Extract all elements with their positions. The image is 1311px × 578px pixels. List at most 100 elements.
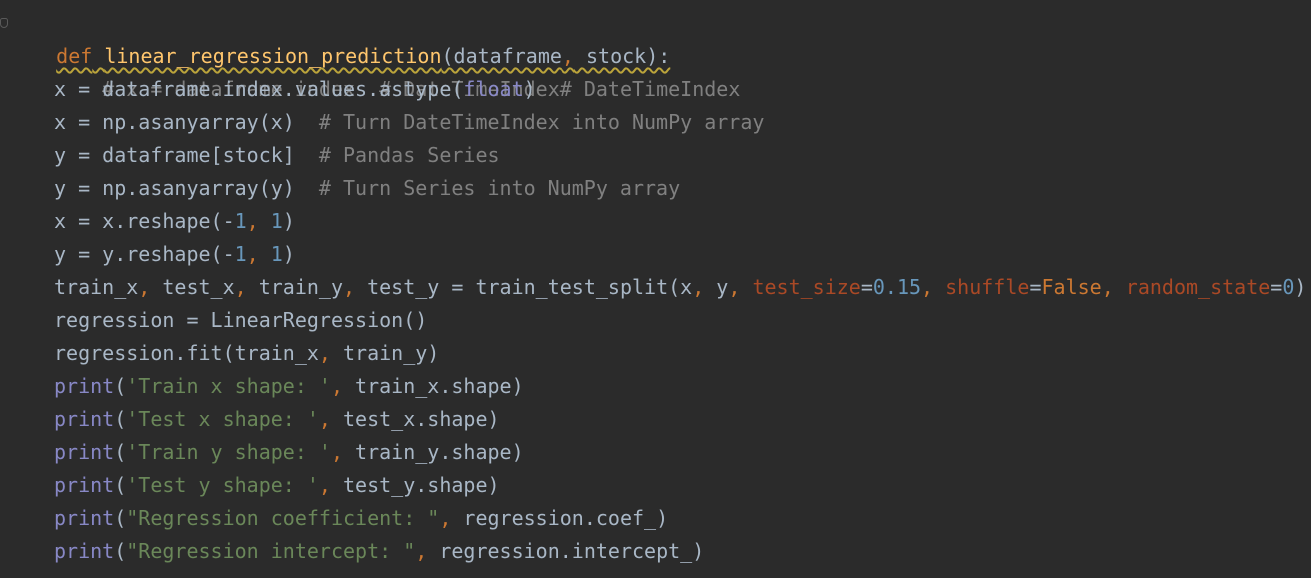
code-line[interactable]: x = np.asanyarray(x) # Turn DateTimeInde… bbox=[0, 106, 764, 139]
code-line-def[interactable]: def linear_regression_prediction(datafra… bbox=[0, 7, 670, 68]
token: y = np.asanyarray(y) bbox=[54, 176, 319, 200]
token-comma: , bbox=[1101, 275, 1114, 299]
token: x = dataframe.index.values.astype( bbox=[54, 77, 464, 101]
code-line[interactable]: print('Test y shape: ', test_y.shape) bbox=[0, 469, 500, 502]
token-string: 'Test y shape: ' bbox=[126, 473, 319, 497]
token-comma: , bbox=[921, 275, 934, 299]
token: test_x.shape) bbox=[330, 407, 500, 431]
token-keyword-argument: shuffle bbox=[945, 275, 1030, 299]
token: train_y bbox=[246, 275, 344, 299]
code-line[interactable]: print("Regression coefficient: ", regres… bbox=[0, 502, 668, 535]
token-comma: , bbox=[439, 506, 452, 530]
token-string: "Regression intercept: " bbox=[126, 539, 416, 563]
code-line[interactable]: regression.fit(train_x, train_y) bbox=[0, 337, 439, 370]
token-comma: , bbox=[318, 473, 331, 497]
token: stock): bbox=[573, 44, 671, 68]
token-comma: , bbox=[415, 539, 428, 563]
token-builtin: print bbox=[54, 473, 115, 497]
token: y = dataframe[stock] bbox=[54, 143, 319, 167]
token-string: "Regression coefficient: " bbox=[126, 506, 440, 530]
code-line[interactable]: # x = dataframe.index # DateTimeIndex bbox=[0, 40, 560, 101]
token-comma: , bbox=[330, 374, 344, 398]
code-editor[interactable]: def linear_regression_prediction(datafra… bbox=[0, 0, 1311, 578]
token: = bbox=[860, 275, 873, 299]
token: train_x.shape) bbox=[343, 374, 524, 398]
token-builtin: print bbox=[54, 374, 115, 398]
token-comment: # DateTimeIndex bbox=[559, 77, 741, 101]
code-line[interactable]: y = y.reshape(-1, 1) bbox=[0, 238, 295, 271]
token-comma: , bbox=[692, 275, 705, 299]
token-comma: , bbox=[343, 275, 356, 299]
token-comma: , bbox=[318, 407, 331, 431]
token-comma: , bbox=[561, 44, 574, 68]
token-comma: , bbox=[728, 275, 741, 299]
token: test_x bbox=[150, 275, 235, 299]
token-number: 1 bbox=[270, 209, 283, 233]
token-number: 1 bbox=[234, 209, 247, 233]
token: y bbox=[704, 275, 729, 299]
code-line[interactable]: regression = LinearRegression() bbox=[0, 304, 427, 337]
token-comma: , bbox=[318, 341, 331, 365]
code-line[interactable]: x = x.reshape(-1, 1) bbox=[0, 205, 295, 238]
token-number: 1 bbox=[270, 242, 283, 266]
code-line[interactable]: print('Test x shape: ', test_x.shape) bbox=[0, 403, 500, 436]
token: ) bbox=[523, 77, 560, 101]
token: train_x bbox=[54, 275, 139, 299]
token-builtin: print bbox=[54, 407, 115, 431]
token: test_y = train_test_split(x bbox=[355, 275, 693, 299]
token-builtin: print bbox=[54, 506, 115, 530]
code-line[interactable]: x = dataframe.index.values.astype(float)… bbox=[0, 73, 740, 106]
token: x = np.asanyarray(x) bbox=[54, 110, 319, 134]
token-builtin: float bbox=[463, 77, 524, 101]
token: = bbox=[1270, 275, 1283, 299]
token: test_y.shape) bbox=[330, 473, 500, 497]
token-comment: # Turn Series into NumPy array bbox=[318, 176, 681, 200]
code-line[interactable]: y = np.asanyarray(y) # Turn Series into … bbox=[0, 172, 680, 205]
token-comma: , bbox=[246, 209, 259, 233]
token: ( bbox=[114, 440, 127, 464]
token-comment: # Pandas Series bbox=[318, 143, 500, 167]
code-line[interactable]: y = dataframe[stock] # Pandas Series bbox=[0, 139, 500, 172]
token: regression = LinearRegression() bbox=[54, 308, 428, 332]
token-keyword-argument: test_size bbox=[752, 275, 861, 299]
token-number: 0 bbox=[1282, 275, 1295, 299]
token-string: 'Test x shape: ' bbox=[126, 407, 319, 431]
token-number: 0.15 bbox=[872, 275, 922, 299]
token: = bbox=[1029, 275, 1042, 299]
token-keyword: False bbox=[1041, 275, 1102, 299]
token-comma: , bbox=[330, 440, 344, 464]
fold-marker-icon[interactable] bbox=[0, 18, 8, 28]
token-keyword-argument: random_state bbox=[1125, 275, 1271, 299]
token-comma: , bbox=[138, 275, 151, 299]
token: ) bbox=[282, 242, 295, 266]
token-comma: , bbox=[234, 275, 247, 299]
token-string: 'Train y shape: ' bbox=[126, 440, 331, 464]
token: train_y) bbox=[330, 341, 440, 365]
token: ( bbox=[114, 407, 127, 431]
token: ) bbox=[282, 209, 295, 233]
token: y = y.reshape(- bbox=[54, 242, 235, 266]
code-line[interactable]: print('Train y shape: ', train_y.shape) bbox=[0, 436, 524, 469]
token: regression.fit(train_x bbox=[54, 341, 319, 365]
token-number: 1 bbox=[234, 242, 247, 266]
token: ( bbox=[114, 374, 127, 398]
token-comma: , bbox=[246, 242, 259, 266]
code-line[interactable]: print("Regression intercept: ", regressi… bbox=[0, 535, 704, 568]
token: x = x.reshape(- bbox=[54, 209, 235, 233]
token: regression.intercept_) bbox=[427, 539, 705, 563]
token-string: 'Train x shape: ' bbox=[126, 374, 331, 398]
token-builtin: print bbox=[54, 440, 115, 464]
token: ( bbox=[114, 473, 127, 497]
code-line[interactable]: print('Train x shape: ', train_x.shape) bbox=[0, 370, 524, 403]
token: ( bbox=[114, 506, 127, 530]
token: train_y.shape) bbox=[343, 440, 524, 464]
token: ( bbox=[114, 539, 127, 563]
token: ) bbox=[1294, 275, 1307, 299]
code-line[interactable]: train_x, test_x, train_y, test_y = train… bbox=[0, 271, 1306, 304]
token: regression.coef_) bbox=[451, 506, 669, 530]
